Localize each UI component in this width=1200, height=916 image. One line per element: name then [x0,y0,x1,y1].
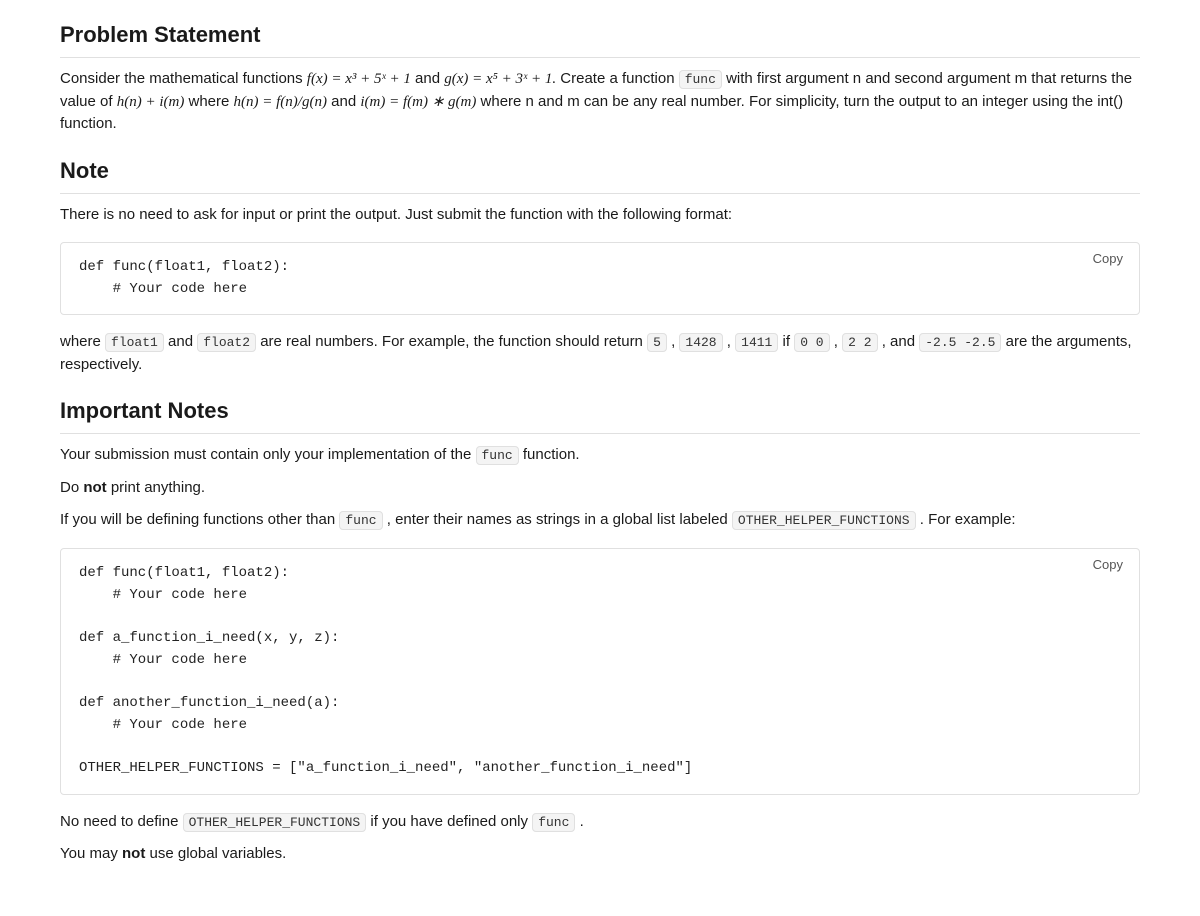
note-intro: There is no need to ask for input or pri… [60,204,1140,227]
code-float2: float2 [197,333,256,352]
copy-button[interactable]: Copy [1087,249,1129,268]
math-fx: f(x) = x³ + 5ˣ + 1 [307,71,411,87]
copy-button[interactable]: Copy [1087,555,1129,574]
important-p3: If you will be defining functions other … [60,509,1140,532]
code-other-helper: OTHER_HELPER_FUNCTIONS [183,813,367,832]
text: where [60,333,105,350]
text: Create a function [560,70,678,87]
code-args-neg: -2.5 -2.5 [919,333,1001,352]
important-p5: You may not use global variables. [60,843,1140,866]
text: function. [523,446,580,463]
code-content: def func(float1, float2): # Your code he… [79,563,1121,780]
code-block-2: Copy def func(float1, float2): # Your co… [60,548,1140,795]
math-im: i(m) = f(m) ∗ g(m) [360,94,476,110]
text: , enter their names as strings in a glob… [387,511,732,528]
heading-note: Note [60,154,1140,194]
problem-paragraph: Consider the mathematical functions f(x)… [60,68,1140,136]
text: where [189,93,234,110]
code-content: def func(float1, float2): # Your code he… [79,257,1121,300]
text: and [331,93,360,110]
text: , [727,333,735,350]
code-args-00: 0 0 [794,333,829,352]
code-return-1411: 1411 [735,333,778,352]
text: , [834,333,842,350]
text: , and [882,333,920,350]
text: and [168,333,197,350]
text: and [415,70,444,87]
important-p2: Do not print anything. [60,477,1140,500]
math-gx: g(x) = x⁵ + 3ˣ + 1. [444,71,556,87]
text: are real numbers. For example, the funct… [260,333,647,350]
text: print anything. [111,479,205,496]
text: use global variables. [150,845,287,862]
code-func: func [339,511,382,530]
text-bold-not: not [83,479,106,496]
code-func: func [476,446,519,465]
text: if [783,333,795,350]
text: No need to define [60,813,183,830]
text: If you will be defining functions other … [60,511,339,528]
math-hn: h(n) = f(n)/g(n) [234,94,327,110]
text: . For example: [920,511,1016,528]
text: if you have defined only [370,813,532,830]
code-float1: float1 [105,333,164,352]
text: Consider the mathematical functions [60,70,307,87]
important-p1: Your submission must contain only your i… [60,444,1140,467]
code-return-1428: 1428 [679,333,722,352]
code-block-1: Copy def func(float1, float2): # Your co… [60,242,1140,315]
text: You may [60,845,122,862]
code-func: func [532,813,575,832]
code-return-5: 5 [647,333,667,352]
note-where: where float1 and float2 are real numbers… [60,331,1140,376]
code-func: func [679,70,722,89]
heading-important-notes: Important Notes [60,394,1140,434]
heading-problem-statement: Problem Statement [60,18,1140,58]
math-hm: h(n) + i(m) [117,94,185,110]
important-p4: No need to define OTHER_HELPER_FUNCTIONS… [60,811,1140,834]
code-other-helper: OTHER_HELPER_FUNCTIONS [732,511,916,530]
text: Do [60,479,83,496]
text: Your submission must contain only your i… [60,446,476,463]
code-args-22: 2 2 [842,333,877,352]
text-bold-not: not [122,845,145,862]
text: . [580,813,584,830]
